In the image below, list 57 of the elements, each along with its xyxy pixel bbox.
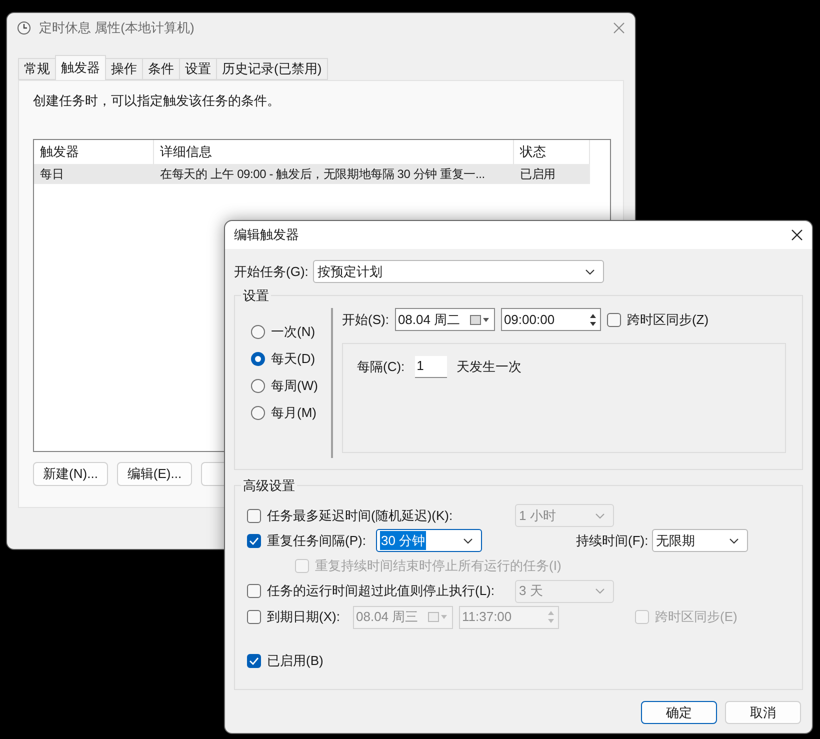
field-label: 每隔(C): (357, 358, 405, 376)
chevron-down-icon (729, 538, 740, 544)
time-field[interactable]: 09:00:00 (500, 308, 601, 331)
dropdown[interactable]: 按预定计划 (313, 260, 604, 283)
input-field[interactable]: 1 (414, 356, 447, 378)
radio-button[interactable] (251, 378, 265, 392)
dialog-title: 编辑触发器 (234, 226, 299, 244)
date-picker[interactable]: 08.04 周二 (394, 308, 495, 331)
checkbox[interactable] (247, 654, 261, 668)
checkbox-label: 跨时区同步(Z) (626, 310, 709, 329)
chevron-down-icon (595, 512, 605, 518)
field-label: 开始(S): (342, 310, 389, 329)
dropdown[interactable]: 30 分钟 (376, 529, 482, 552)
radio-button[interactable] (251, 406, 265, 420)
checkmark-icon (249, 656, 259, 664)
clock-icon (17, 21, 31, 35)
radio-label: 每周(W) (271, 376, 318, 395)
checkbox-label: 到期日期(X): (267, 608, 341, 626)
checkbox-label: 任务的运行时间超过此值则停止执行(L): (267, 582, 496, 600)
calendar-icon[interactable] (470, 314, 490, 324)
dialog-button[interactable]: 取消 (725, 701, 801, 724)
table-cell-text: 每日 (39, 166, 65, 182)
checkmark-icon (249, 536, 259, 544)
table-row[interactable]: 每日 在每天的 上午 09:00 - 触发后，无限期地每隔 30 分钟 重复一... 已启用 (34, 164, 590, 184)
checkbox-label: 已启用(B) (267, 652, 324, 670)
radio-label: 一次(N) (271, 322, 316, 341)
tab[interactable]: 触发器 (55, 55, 106, 80)
chevron-down-icon (463, 538, 473, 544)
field-label: 持续时间(F): (576, 532, 648, 550)
description-text: 创建任务时，可以指定触发该任务的条件。 (33, 92, 281, 110)
checkbox-label: 跨时区同步(E) (655, 608, 738, 626)
chevron-down-icon (585, 268, 596, 274)
dialog-button[interactable]: 确定 (641, 701, 717, 724)
checkbox[interactable] (247, 534, 261, 548)
field-label: 开始任务(G): (234, 262, 308, 281)
checkbox-label: 重复持续时间结束时停止所有运行的任务(I) (315, 556, 562, 575)
checkbox[interactable] (606, 312, 621, 326)
tab[interactable]: 条件 (142, 58, 180, 80)
table-cell-text: 已启用 (519, 166, 556, 182)
tab[interactable]: 操作 (105, 58, 143, 80)
tab[interactable]: 常规 (18, 58, 56, 80)
tab[interactable]: 设置 (179, 58, 217, 80)
table-cell-text: 在每天的 上午 09:00 - 触发后，无限期地每隔 30 分钟 重复一... (159, 166, 486, 182)
tab[interactable]: 历史记录(已禁用) (216, 58, 328, 80)
action-button[interactable]: 新建(N)... (33, 462, 108, 486)
chevron-down-icon (595, 588, 605, 594)
radio-label: 每月(M) (271, 404, 316, 422)
window-title: 定时休息 属性(本地计算机) (39, 19, 196, 38)
close-icon[interactable] (791, 229, 803, 241)
radio-label: 每天(D) (271, 350, 316, 368)
radio-button[interactable] (251, 352, 265, 366)
checkbox-label: 任务最多延迟时间(随机延迟)(K): (267, 506, 454, 525)
dropdown[interactable]: 无限期 (652, 529, 748, 552)
field-suffix: 天发生一次 (456, 358, 522, 376)
checkbox-label: 重复任务间隔(P): (267, 532, 367, 550)
radio-button[interactable] (251, 324, 265, 338)
action-button[interactable]: 编辑(E)... (117, 462, 192, 486)
